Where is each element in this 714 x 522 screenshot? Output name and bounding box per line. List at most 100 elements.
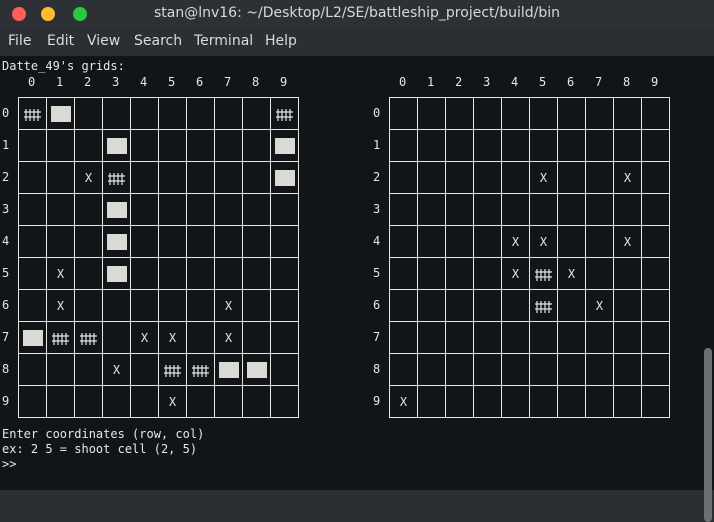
left-row-label: 9 xyxy=(2,394,10,408)
ship-segment xyxy=(23,330,43,346)
right-grid-cell xyxy=(530,354,558,386)
right-col-label: 9 xyxy=(651,75,659,89)
right-grid-cell: X xyxy=(614,162,642,194)
left-grid-cell xyxy=(75,354,103,386)
left-grid-cell xyxy=(271,322,299,354)
left-grid-cell xyxy=(159,98,187,130)
right-grid-cell xyxy=(642,322,670,354)
menu-edit[interactable]: Edit xyxy=(47,33,74,49)
menu-terminal[interactable]: Terminal xyxy=(194,33,253,49)
left-grid-cell xyxy=(271,386,299,418)
miss-marker: X xyxy=(595,298,604,313)
left-grid-cell: X xyxy=(159,386,187,418)
left-grid-cell xyxy=(243,258,271,290)
left-col-label: 9 xyxy=(280,75,288,89)
left-grid-cell xyxy=(187,194,215,226)
menu-help[interactable]: Help xyxy=(265,33,297,49)
miss-marker: X xyxy=(567,266,576,281)
scrollbar[interactable] xyxy=(704,348,712,522)
right-grid-cell: X xyxy=(502,226,530,258)
right-grid-cell xyxy=(502,194,530,226)
left-grid-cell xyxy=(103,386,131,418)
left-grid-cell xyxy=(103,322,131,354)
right-grid-cell xyxy=(530,290,558,322)
right-grid-cell xyxy=(474,226,502,258)
left-grid-cell xyxy=(103,290,131,322)
left-grid-cell xyxy=(215,386,243,418)
right-grid-cell xyxy=(614,354,642,386)
left-grid-cell xyxy=(103,194,131,226)
left-grid-cell xyxy=(187,354,215,386)
left-grid-cell xyxy=(215,162,243,194)
right-col-label: 0 xyxy=(399,75,407,89)
right-grid-cell xyxy=(390,322,418,354)
right-col-label: 7 xyxy=(595,75,603,89)
left-grid-cell xyxy=(243,386,271,418)
left-grid-cell xyxy=(215,130,243,162)
right-grid-cell xyxy=(614,194,642,226)
left-grid-cell: X xyxy=(47,258,75,290)
left-grid-cell xyxy=(271,130,299,162)
right-grid-cell xyxy=(390,194,418,226)
terminal-area[interactable]: Datte_49's grids: 01234567890123456789XX… xyxy=(0,56,714,522)
right-grid-cell xyxy=(474,386,502,418)
window-title: stan@lnv16: ~/Desktop/L2/SE/battleship_p… xyxy=(153,5,561,21)
right-grid-cell xyxy=(502,354,530,386)
right-row-label: 3 xyxy=(373,202,381,216)
left-grid-cell xyxy=(19,386,47,418)
right-grid-cell xyxy=(586,162,614,194)
left-grid-cell xyxy=(19,322,47,354)
right-grid-cell xyxy=(390,258,418,290)
menu-view[interactable]: View xyxy=(87,33,120,49)
left-grid-cell: X xyxy=(215,322,243,354)
left-grid-cell xyxy=(75,258,103,290)
left-grid-cell xyxy=(271,98,299,130)
right-grid-cell xyxy=(502,162,530,194)
left-col-label: 3 xyxy=(112,75,120,89)
menu-file[interactable]: File xyxy=(8,33,31,49)
hit-marker-icon xyxy=(107,171,127,185)
left-grid-cell xyxy=(271,162,299,194)
right-grid-cell xyxy=(586,194,614,226)
right-grid-cell xyxy=(446,162,474,194)
right-grid-cell xyxy=(530,322,558,354)
right-grid-cell xyxy=(418,98,446,130)
right-grid-cell xyxy=(558,226,586,258)
left-grid-cell xyxy=(103,130,131,162)
grids-header: Datte_49's grids: xyxy=(2,59,125,73)
menu-search[interactable]: Search xyxy=(134,33,182,49)
hit-marker-icon xyxy=(275,107,295,121)
hit-marker-icon xyxy=(534,267,554,281)
left-row-label: 2 xyxy=(2,170,10,184)
menu-bar: File Edit View Search Terminal Help xyxy=(0,28,714,56)
left-grid-cell xyxy=(271,194,299,226)
miss-marker: X xyxy=(623,170,632,185)
left-grid-cell xyxy=(131,258,159,290)
left-grid-cell xyxy=(75,290,103,322)
left-grid-cell xyxy=(243,130,271,162)
right-grid-cell: X xyxy=(586,290,614,322)
miss-marker: X xyxy=(84,170,93,185)
miss-marker: X xyxy=(140,330,149,345)
right-grid-cell xyxy=(390,130,418,162)
ship-segment xyxy=(275,138,295,154)
left-grid-cell xyxy=(271,258,299,290)
right-grid-cell xyxy=(614,130,642,162)
hit-marker-icon xyxy=(79,331,99,345)
right-col-label: 1 xyxy=(427,75,435,89)
right-grid-cell xyxy=(558,162,586,194)
left-grid-cell xyxy=(131,162,159,194)
right-grid-cell xyxy=(390,290,418,322)
left-grid-cell xyxy=(47,194,75,226)
right-grid-cell xyxy=(390,354,418,386)
left-row-label: 0 xyxy=(2,106,10,120)
right-grid-cell xyxy=(418,386,446,418)
prompt-line-3[interactable]: >> xyxy=(2,457,16,471)
miss-marker: X xyxy=(56,266,65,281)
left-row-label: 7 xyxy=(2,330,10,344)
right-grid-cell xyxy=(558,290,586,322)
right-grid-cell xyxy=(418,226,446,258)
miss-marker: X xyxy=(224,330,233,345)
left-grid-cell: X xyxy=(75,162,103,194)
left-grid-cell xyxy=(131,386,159,418)
